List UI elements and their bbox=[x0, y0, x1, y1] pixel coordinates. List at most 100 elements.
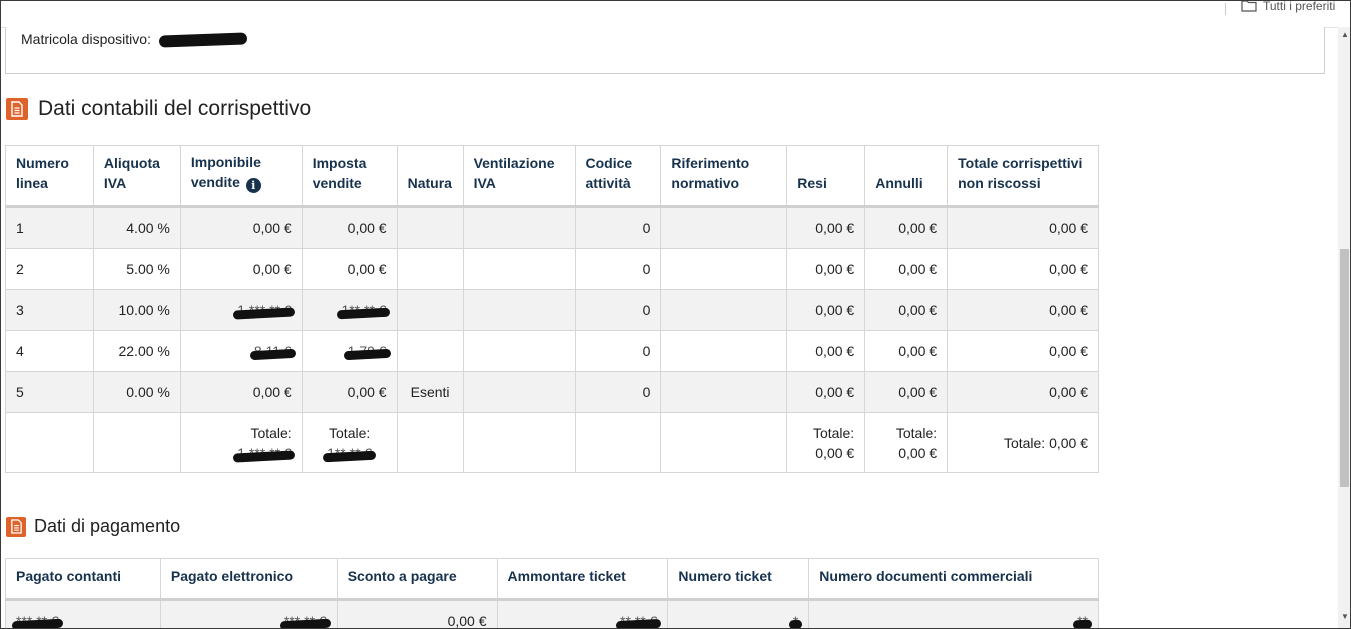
accounting-table: Numero linea Aliquota IVA Imponibile ven… bbox=[5, 145, 1099, 473]
cell-non-riscossi: 0,00 € bbox=[947, 330, 1099, 372]
cell-resi: 0,00 € bbox=[786, 206, 866, 249]
total-label: Totale: bbox=[895, 424, 938, 441]
cell-sconto: 0,00 € bbox=[336, 599, 498, 628]
col-header[interactable]: Totale corrispettivi non riscossi bbox=[947, 145, 1099, 207]
total-value: 0,00 € bbox=[898, 444, 938, 461]
cell-resi: 0,00 € bbox=[786, 248, 866, 290]
cell-aliquota: 0.00 % bbox=[92, 371, 181, 413]
table-row: 1 4.00 % 0,00 € 0,00 € 0 0,00 € 0,00 € 0… bbox=[5, 206, 1099, 249]
table-row: 5 0.00 % 0,00 € 0,00 € Esenti 0 0,00 € 0… bbox=[5, 371, 1099, 413]
cell-empty bbox=[660, 412, 788, 473]
cell-imposta: 1**,** € bbox=[301, 289, 398, 331]
col-header[interactable]: Pagato elettronico bbox=[159, 558, 338, 600]
redacted-value: **,** € bbox=[620, 613, 658, 629]
col-header[interactable]: Riferimento normativo bbox=[660, 145, 788, 207]
col-header[interactable]: Imposta vendite bbox=[301, 145, 398, 207]
cell-documenti: ** bbox=[808, 599, 1099, 628]
cell-riferimento bbox=[660, 248, 788, 290]
cell-codice: 0 bbox=[574, 371, 662, 413]
cell-empty bbox=[5, 412, 94, 473]
cell-annulli: 0,00 € bbox=[864, 248, 949, 290]
redacted-value: 1**,** € bbox=[341, 302, 387, 318]
table-row: 4 22.00 % 8,11 € 1,79 € 0 0,00 € 0,00 € … bbox=[5, 330, 1099, 372]
col-header[interactable]: Annulli bbox=[864, 145, 949, 207]
col-header[interactable]: Sconto a pagare bbox=[336, 558, 498, 600]
cell-non-riscossi: 0,00 € bbox=[947, 371, 1099, 413]
scroll-up-arrow[interactable]: ▲ bbox=[1341, 30, 1349, 39]
col-header[interactable]: Natura bbox=[396, 145, 464, 207]
favorites-separator bbox=[1225, 3, 1226, 15]
cell-aliquota: 5.00 % bbox=[92, 248, 181, 290]
cell-contanti: ***,** € bbox=[5, 599, 161, 629]
total-imposta: Totale: 1**,** € bbox=[301, 412, 398, 473]
table-row: 2 5.00 % 0,00 € 0,00 € 0 0,00 € 0,00 € 0… bbox=[5, 248, 1099, 290]
col-header[interactable]: Numero ticket bbox=[667, 558, 810, 600]
cell-num: 5 bbox=[5, 371, 94, 413]
cell-natura bbox=[396, 206, 464, 249]
document-icon bbox=[6, 98, 28, 120]
table-row: ***,** € ***,** € 0,00 € **,** € * ** bbox=[5, 599, 1099, 629]
cell-aliquota: 22.00 % bbox=[92, 330, 181, 372]
cell-empty bbox=[574, 412, 662, 473]
device-info-panel: Matricola dispositivo: bbox=[5, 27, 1325, 74]
redacted-value: 8,11 € bbox=[253, 343, 292, 359]
cell-ventilazione bbox=[462, 206, 576, 249]
cell-imposta: 1,79 € bbox=[301, 330, 398, 372]
section-title-text: Dati contabili del corrispettivo bbox=[38, 97, 312, 120]
cell-ticket-ammontare: **,** € bbox=[496, 599, 669, 629]
cell-imponibile: 0,00 € bbox=[179, 206, 303, 249]
cell-resi: 0,00 € bbox=[786, 289, 866, 331]
col-header[interactable]: Ammontare ticket bbox=[496, 558, 669, 600]
total-imponibile: Totale: 1.***,** € bbox=[179, 412, 303, 473]
cell-annulli: 0,00 € bbox=[864, 289, 949, 331]
cell-codice: 0 bbox=[574, 289, 662, 331]
section-title-accounting: Dati contabili del corrispettivo bbox=[6, 97, 311, 121]
col-header[interactable]: Numero documenti commerciali bbox=[808, 558, 1099, 600]
section-title-payment: Dati di pagamento bbox=[6, 516, 180, 537]
device-id-label: Matricola dispositivo: bbox=[21, 31, 151, 47]
col-header[interactable]: Aliquota IVA bbox=[92, 145, 181, 207]
cell-natura: Esenti bbox=[396, 371, 464, 413]
redacted-value: * bbox=[792, 613, 799, 629]
info-icon[interactable]: i bbox=[245, 178, 261, 193]
total-label: Totale: bbox=[812, 424, 855, 441]
cell-ventilazione bbox=[462, 330, 576, 372]
cell-codice: 0 bbox=[574, 330, 662, 372]
cell-aliquota: 4.00 % bbox=[92, 206, 181, 249]
table-row: 3 10.00 % 1.***,** € 1**,** € 0 0,00 € 0… bbox=[5, 289, 1099, 331]
cell-ventilazione bbox=[462, 248, 576, 290]
cell-riferimento bbox=[660, 330, 788, 372]
cell-riferimento bbox=[660, 289, 788, 331]
cell-codice: 0 bbox=[574, 248, 662, 290]
scroll-down-arrow[interactable]: ▼ bbox=[1341, 612, 1349, 621]
total-annulli: Totale: 0,00 € bbox=[864, 412, 949, 473]
cell-annulli: 0,00 € bbox=[864, 206, 949, 249]
col-header[interactable]: Imponibile vendite i bbox=[179, 145, 303, 207]
cell-empty bbox=[396, 412, 464, 473]
cell-imponibile: 0,00 € bbox=[179, 248, 303, 290]
total-value: 0,00 € bbox=[815, 444, 855, 461]
redacted-value: ***,** € bbox=[16, 613, 59, 629]
cell-riferimento bbox=[660, 206, 788, 249]
cell-aliquota: 10.00 % bbox=[92, 289, 181, 331]
cell-annulli: 0,00 € bbox=[864, 371, 949, 413]
redacted-value: 1**,** € bbox=[327, 444, 373, 461]
col-header[interactable]: Codice attività bbox=[574, 145, 662, 207]
total-resi: Totale: 0,00 € bbox=[786, 412, 866, 473]
redacted-value: ***,** € bbox=[283, 613, 327, 629]
col-header[interactable]: Ventilazione IVA bbox=[462, 145, 576, 207]
cell-annulli: 0,00 € bbox=[864, 330, 949, 372]
scrollbar-thumb[interactable] bbox=[1340, 249, 1349, 487]
redacted-value: 1.***,** € bbox=[237, 302, 292, 318]
cell-riferimento bbox=[660, 371, 788, 413]
favorites-button[interactable]: Tutti i preferiti bbox=[1241, 1, 1335, 13]
favorites-bar: Tutti i preferiti bbox=[1, 1, 1350, 28]
cell-num: 2 bbox=[5, 248, 94, 290]
cell-ventilazione bbox=[462, 371, 576, 413]
cell-ticket-numero: * bbox=[667, 599, 810, 629]
col-header[interactable]: Pagato contanti bbox=[5, 558, 161, 600]
folder-icon bbox=[1241, 1, 1257, 12]
col-header[interactable]: Numero linea bbox=[5, 145, 94, 207]
col-header[interactable]: Resi bbox=[786, 145, 866, 207]
cell-empty bbox=[462, 412, 576, 473]
